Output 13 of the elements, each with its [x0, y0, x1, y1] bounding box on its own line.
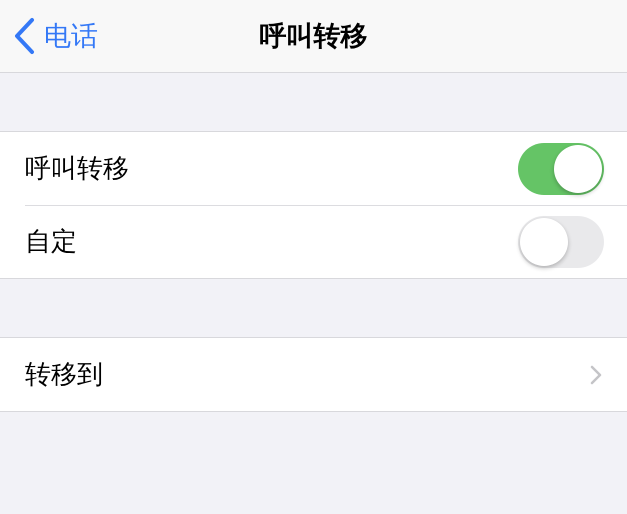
back-link[interactable]: 电话 [13, 0, 98, 72]
settings-row[interactable]: 呼叫转移 [0, 132, 627, 205]
toggle-switch[interactable] [518, 216, 604, 268]
back-label[interactable]: 电话 [44, 18, 98, 54]
nav-title: 呼叫转移 [260, 20, 368, 54]
row-label: 转移到 [25, 359, 103, 392]
settings-row[interactable]: 自定 [0, 205, 627, 278]
row-label: 呼叫转移 [25, 153, 129, 186]
toggle-switch[interactable] [518, 142, 604, 194]
settings-row[interactable]: 转移到 [0, 338, 627, 411]
chevron-icon [590, 364, 602, 384]
back-icon [13, 17, 35, 55]
row-label: 自定 [25, 226, 77, 259]
